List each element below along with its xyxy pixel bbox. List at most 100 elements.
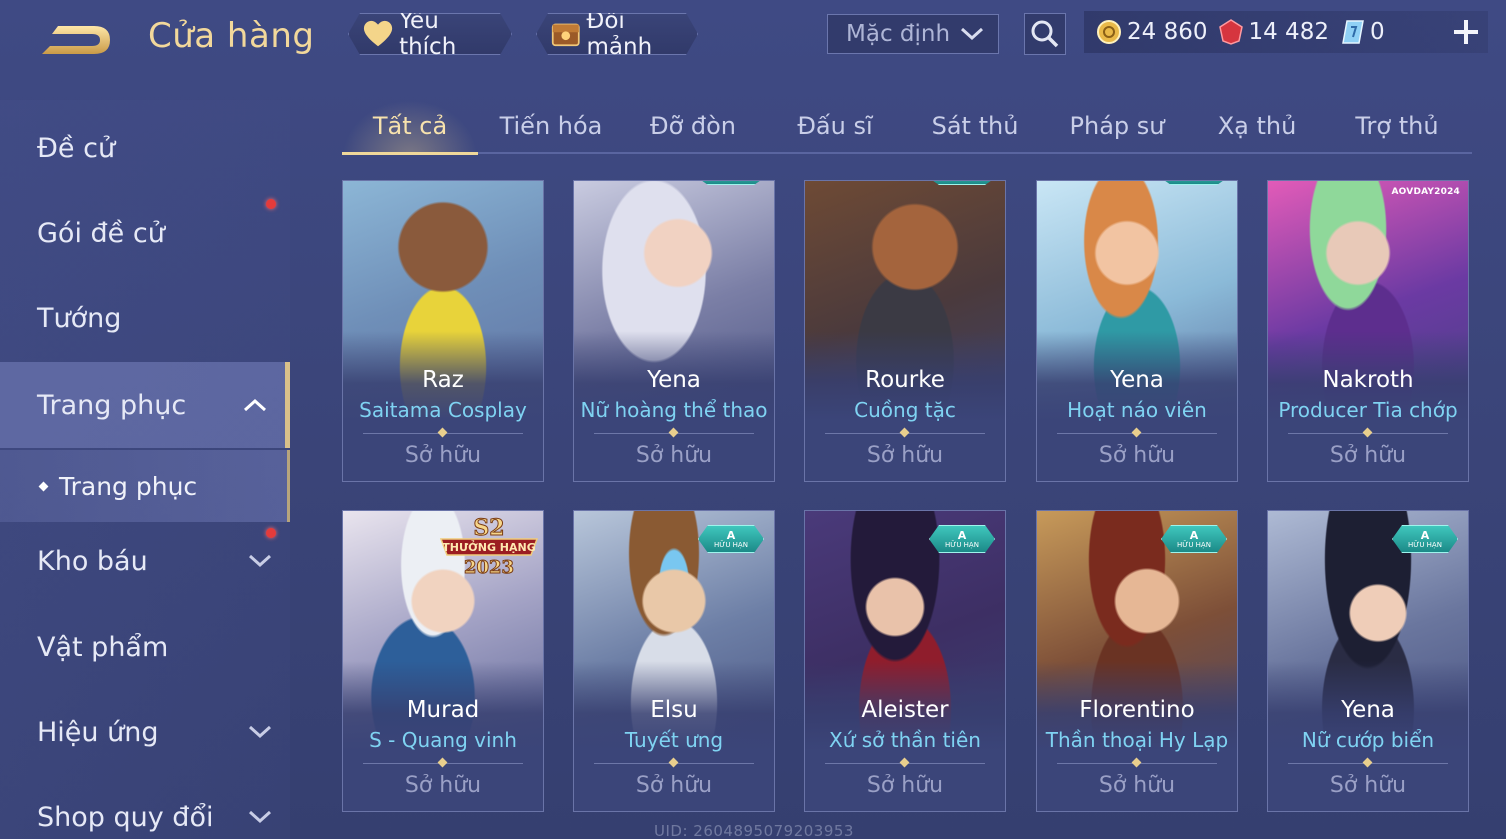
limited-badge: A HỮU HẠN xyxy=(1161,525,1227,553)
divider xyxy=(1057,763,1217,764)
rank-season: S2 xyxy=(473,515,504,541)
exchange-label: Đổi mảnh xyxy=(586,8,653,60)
hero-name: Florentino xyxy=(1079,697,1195,723)
skin-card[interactable]: A HỮU HẠN Aleister Xứ sở thần tiên Sở hữu xyxy=(804,510,1006,812)
hero-name: Yena xyxy=(1110,367,1164,393)
skin-card[interactable]: A HỮU HẠN Yena Nữ cướp biển Sở hữu xyxy=(1267,510,1469,812)
divider xyxy=(1288,763,1448,764)
voucher-value: 0 xyxy=(1369,19,1385,45)
skin-card[interactable]: Yena Nữ hoàng thể thao Sở hữu xyxy=(573,180,775,482)
event-tag: AOVDAY2024 xyxy=(1391,187,1460,197)
favorites-label: Yêu thích xyxy=(399,8,457,60)
top-up-button[interactable] xyxy=(1448,14,1484,50)
rank-year: 2023 xyxy=(464,557,514,578)
skin-name: Thần thoại Hy Lạp xyxy=(1045,728,1229,752)
hero-name: Raz xyxy=(422,367,464,393)
hero-name: Elsu xyxy=(650,697,698,723)
tab-assassin[interactable]: Sát thủ xyxy=(906,100,1044,152)
owned-status: Sở hữu xyxy=(1329,443,1407,468)
limited-badge xyxy=(698,180,764,185)
voucher-currency: 0 xyxy=(1341,19,1385,45)
back-arrow-icon xyxy=(42,26,110,54)
exchange-shards-button[interactable]: Đổi mảnh xyxy=(536,13,698,55)
owned-status: Sở hữu xyxy=(1098,443,1176,468)
divider xyxy=(825,763,985,764)
chevron-down-icon xyxy=(248,554,272,568)
skin-card[interactable]: A HỮU HẠN Elsu Tuyết ưng Sở hữu xyxy=(573,510,775,812)
skin-name: Tuyết ưng xyxy=(624,728,724,752)
chevron-down-icon xyxy=(248,725,272,739)
hero-name: Murad xyxy=(406,697,480,723)
tab-marksman[interactable]: Xạ thủ xyxy=(1188,100,1326,152)
hero-name: Yena xyxy=(647,367,701,393)
sidebar-item-bundles[interactable]: Gói đề cử xyxy=(0,203,290,263)
sidebar-subitem-label: Trang phục xyxy=(59,471,198,501)
red-gem-icon xyxy=(1219,19,1244,45)
tab-all[interactable]: Tất cả xyxy=(342,100,478,155)
chevron-up-icon xyxy=(243,398,267,412)
limited-badge: A HỮU HẠN xyxy=(1392,525,1458,553)
tab-support[interactable]: Trợ thủ xyxy=(1328,100,1466,152)
skin-card[interactable]: Raz Saitama Cosplay Sở hữu xyxy=(342,180,544,482)
search-button[interactable] xyxy=(1024,13,1066,55)
hero-name: Aleister xyxy=(861,697,949,723)
limited-badge: A HỮU HẠN xyxy=(698,525,764,553)
skin-card[interactable]: A HỮU HẠN Florentino Thần thoại Hy Lạp Sở… xyxy=(1036,510,1238,812)
owned-status: Sở hữu xyxy=(404,773,482,798)
tab-evolution[interactable]: Tiến hóa xyxy=(482,100,620,152)
owned-status: Sở hữu xyxy=(866,443,944,468)
sidebar-item-treasure[interactable]: Kho báu xyxy=(0,531,290,591)
hero-name: Rourke xyxy=(865,367,945,393)
back-button[interactable] xyxy=(38,18,116,62)
owned-status: Sở hữu xyxy=(635,443,713,468)
sort-selected: Mặc định xyxy=(846,21,951,47)
divider xyxy=(1288,433,1448,434)
owned-status: Sở hữu xyxy=(635,773,713,798)
skin-name: S - Quang vinh xyxy=(369,728,517,752)
owned-status: Sở hữu xyxy=(866,773,944,798)
sidebar-item-effects[interactable]: Hiệu ứng xyxy=(0,702,290,762)
page-title: Cửa hàng xyxy=(148,16,315,56)
owned-status: Sở hữu xyxy=(1098,773,1176,798)
tab-fighter[interactable]: Đấu sĩ xyxy=(766,100,904,152)
sidebar-item-heroes[interactable]: Tướng xyxy=(0,288,290,348)
skin-card[interactable]: AOVDAY2024 Nakroth Producer Tia chớp Sở … xyxy=(1267,180,1469,482)
limited-badge: A HỮU HẠN xyxy=(929,525,995,553)
favorites-button[interactable]: Yêu thích xyxy=(348,13,512,55)
currency-bar: 24 860 14 482 0 xyxy=(1084,11,1488,53)
sort-dropdown[interactable]: Mặc định xyxy=(827,14,999,54)
skin-card[interactable]: Yena Hoạt náo viên Sở hữu xyxy=(1036,180,1238,482)
sidebar-item-recommended[interactable]: Đề cử xyxy=(0,118,290,178)
gold-value: 24 860 xyxy=(1127,19,1208,45)
gold-coin-icon xyxy=(1097,20,1121,44)
sidebar-subitem-skins[interactable]: Trang phục xyxy=(0,450,290,522)
season-rank-badge: S2 THƯỞNG HẠNG 2023 xyxy=(439,515,539,579)
divider xyxy=(363,763,523,764)
hero-name: Yena xyxy=(1341,697,1395,723)
diamond-bullet-icon xyxy=(38,481,49,491)
gold-currency: 24 860 xyxy=(1096,19,1207,45)
sidebar-item-label: Shop quy đổi xyxy=(37,801,214,833)
owned-status: Sở hữu xyxy=(1329,773,1407,798)
notification-dot xyxy=(266,199,276,209)
tab-tank[interactable]: Đỡ đòn xyxy=(624,100,762,152)
uid-watermark: UID: 2604895079203953 xyxy=(654,822,854,839)
skin-card[interactable]: S2 THƯỞNG HẠNG 2023 Murad S - Quang vinh… xyxy=(342,510,544,812)
sidebar-item-items[interactable]: Vật phẩm xyxy=(0,617,290,677)
sidebar-item-label: Vật phẩm xyxy=(37,631,169,663)
gem-currency: 14 482 xyxy=(1219,19,1329,45)
skin-name: Xứ sở thần tiên xyxy=(829,728,981,752)
sidebar-item-skins[interactable]: Trang phục xyxy=(0,362,290,448)
category-tabs: Tất cả Tiến hóa Đỡ đòn Đấu sĩ Sát thủ Ph… xyxy=(342,100,1472,155)
skin-name: Nữ cướp biển xyxy=(1301,728,1435,752)
sidebar-item-exchange-shop[interactable]: Shop quy đổi xyxy=(0,787,290,839)
limited-badge xyxy=(1161,180,1227,185)
owned-status: Sở hữu xyxy=(404,443,482,468)
divider xyxy=(825,433,985,434)
tab-mage[interactable]: Pháp sư xyxy=(1048,100,1186,152)
skin-card[interactable]: Rourke Cuồng tặc Sở hữu xyxy=(804,180,1006,482)
sidebar-item-label: Kho báu xyxy=(37,545,148,577)
sidebar-item-label: Gói đề cử xyxy=(37,217,165,249)
sidebar-item-label: Trang phục xyxy=(37,389,187,421)
search-icon xyxy=(1031,20,1059,48)
